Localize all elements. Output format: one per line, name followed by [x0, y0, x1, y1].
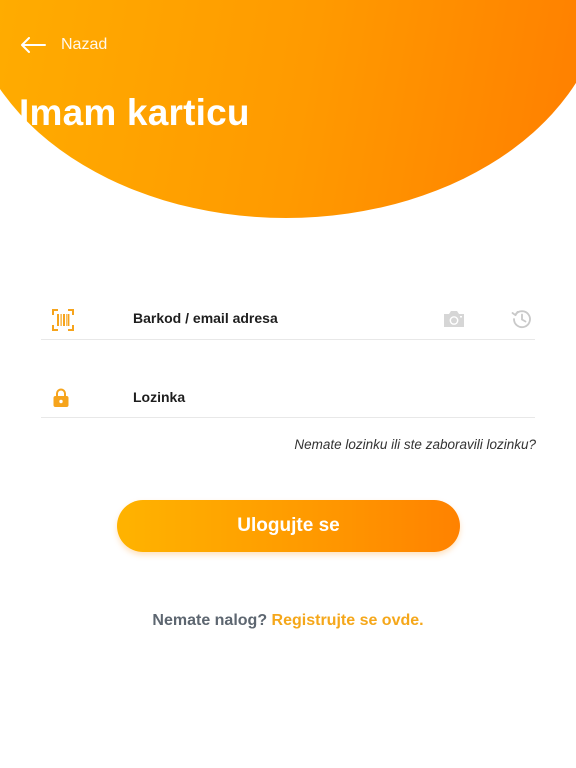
camera-icon[interactable] — [442, 309, 466, 334]
back-label: Nazad — [61, 36, 108, 53]
barcode-icon — [52, 309, 74, 336]
back-button[interactable]: Nazad — [20, 34, 107, 56]
history-icon[interactable] — [511, 308, 533, 335]
login-button[interactable]: Ulogujte se — [117, 500, 460, 552]
login-screen: Nazad Imam karticu Barkod / email adresa… — [0, 0, 576, 768]
arrow-left-icon — [20, 37, 46, 53]
password-input[interactable] — [133, 389, 423, 405]
register-question: Nemate nalog? — [152, 612, 268, 629]
barcode-field — [41, 298, 535, 340]
page-title: Imam karticu — [19, 92, 250, 133]
register-link[interactable]: Registrujte se ovde. — [272, 612, 424, 629]
password-field — [41, 377, 535, 418]
forgot-password-link[interactable]: Nemate lozinku ili ste zaboravili lozink… — [294, 437, 536, 452]
register-prompt: Nemate nalog? Registrujte se ovde. — [0, 612, 576, 630]
barcode-email-input[interactable] — [133, 310, 423, 326]
lock-icon — [52, 388, 70, 413]
